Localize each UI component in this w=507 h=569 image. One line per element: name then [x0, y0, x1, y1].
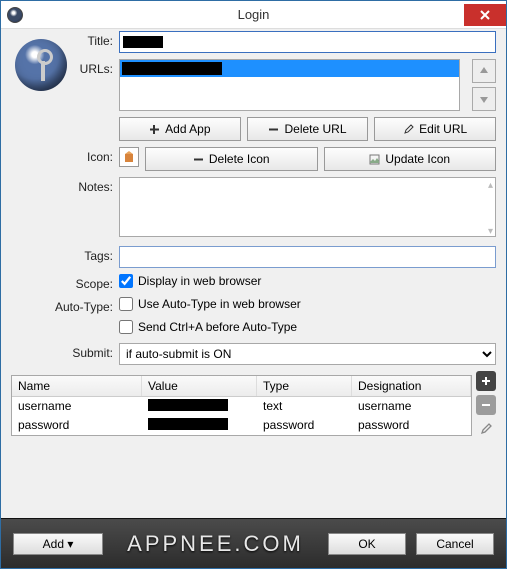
titlebar: Login: [1, 1, 506, 29]
edit-field-button[interactable]: [476, 419, 496, 439]
image-icon: [369, 154, 380, 165]
title-value-redacted: [123, 36, 163, 48]
url-move-down-button[interactable]: [472, 87, 496, 111]
delete-url-button[interactable]: Delete URL: [247, 117, 369, 141]
minus-icon: [193, 154, 204, 165]
minus-icon: [268, 124, 279, 135]
title-label: Title:: [11, 31, 119, 48]
grid-header: Name Value Type Designation: [12, 376, 471, 397]
window-title: Login: [1, 7, 506, 22]
edit-url-button[interactable]: Edit URL: [374, 117, 496, 141]
pencil-icon: [403, 124, 414, 135]
ok-button[interactable]: OK: [328, 533, 406, 555]
icon-label: Icon:: [11, 147, 119, 164]
url-value-redacted: [122, 62, 222, 75]
add-app-button[interactable]: Add App: [119, 117, 241, 141]
footer-add-button[interactable]: Add ▾: [13, 533, 103, 555]
table-row[interactable]: passwordpasswordpassword: [12, 416, 471, 435]
submit-select[interactable]: if auto-submit is ON: [119, 343, 496, 365]
urls-label: URLs:: [11, 59, 119, 76]
add-field-button[interactable]: [476, 371, 496, 391]
col-value[interactable]: Value: [142, 376, 257, 396]
app-icon: [7, 7, 23, 23]
col-type[interactable]: Type: [257, 376, 352, 396]
delete-icon-button[interactable]: Delete Icon: [145, 147, 318, 171]
watermark-brand: APPNEE.COM: [113, 531, 318, 557]
footer-bar: Add ▾ APPNEE.COM OK Cancel: [1, 518, 506, 568]
login-window: Login Title: URLs:: [0, 0, 507, 569]
title-input[interactable]: [119, 31, 496, 53]
cancel-button[interactable]: Cancel: [416, 533, 494, 555]
remove-field-button[interactable]: [476, 395, 496, 415]
use-autotype-checkbox[interactable]: Use Auto-Type in web browser: [119, 297, 301, 311]
item-icon-preview: [119, 147, 139, 167]
url-item-selected[interactable]: [120, 60, 459, 77]
tags-input[interactable]: [119, 246, 496, 268]
autotype-label: Auto-Type:: [11, 297, 119, 314]
tags-label: Tags:: [11, 246, 119, 263]
close-button[interactable]: [464, 4, 506, 26]
col-name[interactable]: Name: [12, 376, 142, 396]
urls-list[interactable]: [119, 59, 460, 111]
url-move-up-button[interactable]: [472, 59, 496, 83]
display-browser-checkbox[interactable]: Display in web browser: [119, 274, 261, 288]
notes-label: Notes:: [11, 177, 119, 194]
table-row[interactable]: usernametextusername: [12, 397, 471, 416]
notes-textarea[interactable]: [119, 177, 496, 237]
fields-grid: Name Value Type Designation usernametext…: [11, 375, 472, 436]
content-area: Title: URLs:: [1, 29, 506, 518]
send-ctrl-a-checkbox[interactable]: Send Ctrl+A before Auto-Type: [119, 320, 297, 334]
col-designation[interactable]: Designation: [352, 376, 471, 396]
plus-icon: [149, 124, 160, 135]
update-icon-button[interactable]: Update Icon: [324, 147, 497, 171]
scope-label: Scope:: [11, 274, 119, 291]
submit-label: Submit:: [11, 343, 119, 360]
